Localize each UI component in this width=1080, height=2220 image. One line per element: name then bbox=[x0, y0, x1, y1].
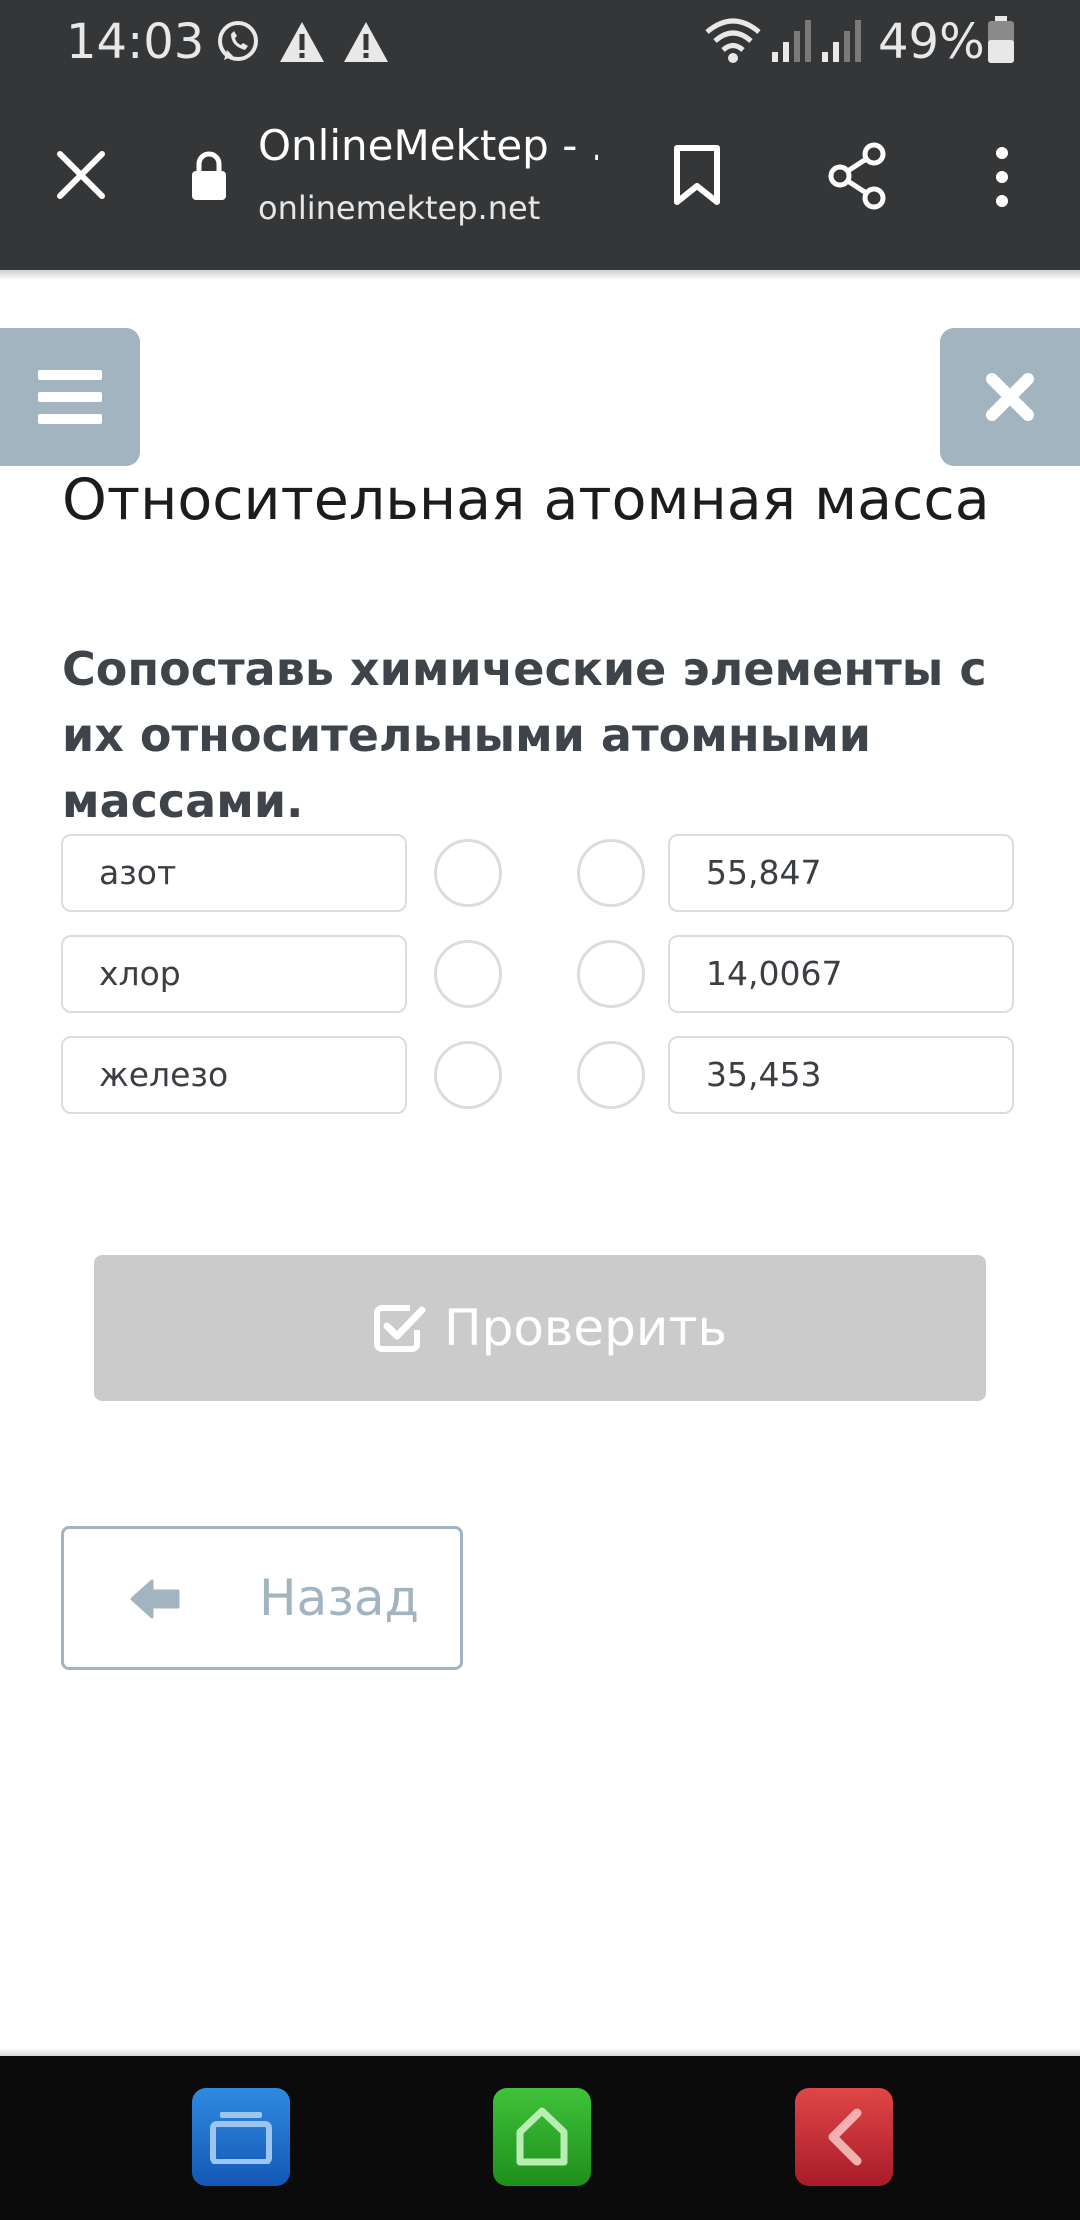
back-button-label: Назад bbox=[259, 1569, 420, 1627]
question-text: Сопоставь химические элементы с их относ… bbox=[62, 642, 987, 828]
signal-icon bbox=[772, 20, 811, 62]
checkbox-check-icon bbox=[374, 1305, 426, 1352]
right-item-label: 55,847 bbox=[706, 853, 822, 892]
right-item-value[interactable]: 14,0067 bbox=[668, 935, 1014, 1013]
check-button[interactable]: Проверить bbox=[94, 1255, 986, 1401]
dock-divider bbox=[0, 2048, 1080, 2056]
wifi-icon bbox=[705, 18, 761, 63]
warning-icon bbox=[280, 22, 324, 62]
arrow-left-icon bbox=[130, 1579, 180, 1619]
left-connector-dot[interactable] bbox=[434, 839, 502, 907]
close-icon[interactable] bbox=[56, 150, 106, 200]
right-item-label: 14,0067 bbox=[706, 954, 843, 993]
browser-toolbar: OnlineMektep - ... onlinemektep.net bbox=[0, 84, 1080, 270]
menu-button[interactable] bbox=[0, 328, 140, 466]
status-bar: 14:03 49% bbox=[0, 0, 1080, 84]
right-connector-dot[interactable] bbox=[577, 940, 645, 1008]
left-item-nitrogen[interactable]: азот bbox=[61, 834, 407, 912]
bookmark-icon[interactable] bbox=[672, 144, 722, 208]
close-lesson-button[interactable] bbox=[940, 328, 1080, 466]
right-item-value[interactable]: 35,453 bbox=[668, 1036, 1014, 1114]
right-connector-dot[interactable] bbox=[577, 1041, 645, 1109]
lesson-title: Относительная атомная масса bbox=[62, 467, 990, 533]
left-connector-dot[interactable] bbox=[434, 940, 502, 1008]
recent-apps-button[interactable] bbox=[192, 2088, 290, 2186]
left-item-chlorine[interactable]: хлор bbox=[61, 935, 407, 1013]
left-item-label: хлор bbox=[99, 954, 181, 993]
left-connector-dot[interactable] bbox=[434, 1041, 502, 1109]
share-icon[interactable] bbox=[826, 142, 890, 210]
left-item-label: азот bbox=[99, 853, 177, 892]
right-connector-dot[interactable] bbox=[577, 839, 645, 907]
battery-icon bbox=[988, 16, 1014, 63]
warning-icon bbox=[344, 22, 388, 62]
left-item-label: железо bbox=[99, 1055, 229, 1094]
signal-icon bbox=[822, 20, 861, 62]
battery-percent: 49% bbox=[878, 14, 985, 70]
whatsapp-icon bbox=[218, 21, 258, 61]
right-item-value[interactable]: 55,847 bbox=[668, 834, 1014, 912]
lock-icon[interactable] bbox=[190, 150, 228, 202]
page-url[interactable]: onlinemektep.net bbox=[258, 188, 540, 228]
more-vert-icon[interactable] bbox=[990, 146, 1014, 208]
right-item-label: 35,453 bbox=[706, 1055, 822, 1094]
left-item-iron[interactable]: железо bbox=[61, 1036, 407, 1114]
page-title[interactable]: OnlineMektep - ... bbox=[258, 118, 598, 174]
home-icon bbox=[516, 2107, 568, 2166]
check-button-label: Проверить bbox=[444, 1299, 727, 1357]
recent-apps-icon bbox=[210, 2112, 272, 2164]
back-button[interactable]: Назад bbox=[61, 1526, 463, 1670]
navigation-dock bbox=[0, 2056, 1080, 2220]
status-time: 14:03 bbox=[66, 14, 205, 70]
toolbar-shadow bbox=[0, 270, 1080, 280]
back-icon bbox=[828, 2108, 862, 2166]
home-button[interactable] bbox=[493, 2088, 591, 2186]
close-icon bbox=[986, 373, 1034, 421]
back-nav-button[interactable] bbox=[795, 2088, 893, 2186]
